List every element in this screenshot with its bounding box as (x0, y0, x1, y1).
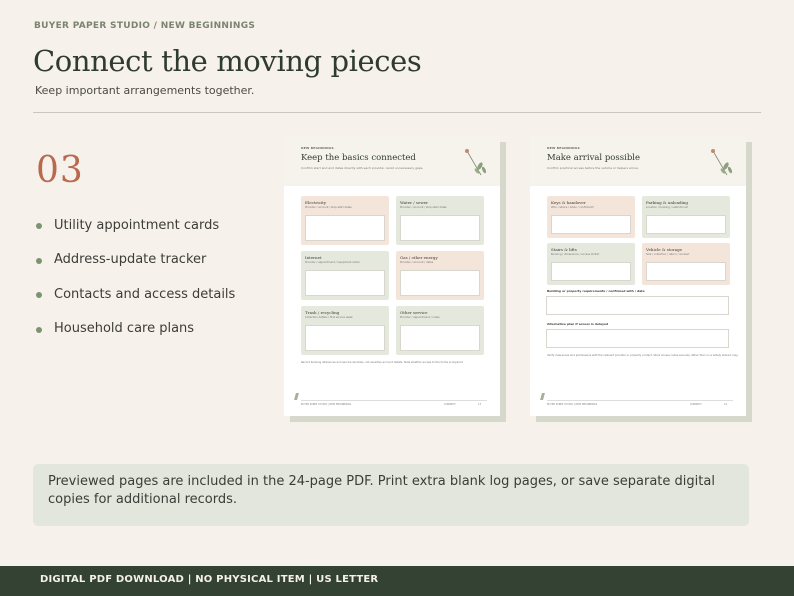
sprig-icon (465, 149, 487, 176)
field-label: Building or property requirements / conf… (547, 289, 645, 293)
page-preview-note: Record booking references and service wi… (301, 361, 464, 364)
card-field (400, 325, 480, 351)
card-field (551, 215, 631, 234)
page-preview-subtitle: Confirm start and end dates directly wit… (301, 166, 424, 170)
card-title: Internet (305, 255, 322, 260)
card-title: Trash / recycling (305, 310, 340, 315)
card-keys-handover: Keys & handover Who / where / when / con… (547, 196, 635, 238)
card-field (305, 325, 385, 351)
card-electricity: Electricity Provider / account / stop-st… (301, 196, 389, 245)
card-title: Other service (400, 310, 428, 315)
card-subtitle: Provider / account / dates (400, 261, 434, 264)
card-field (400, 270, 480, 296)
sprig-icon (711, 149, 733, 176)
page-footer-section: CONNECT (444, 403, 456, 406)
bullet-dot-icon (36, 292, 42, 299)
card-title: Parking & unloading (646, 200, 688, 205)
card-subtitle: Location / booking / restrictions? (646, 206, 689, 209)
field-box (546, 329, 729, 348)
feature-label: Household care plans (54, 321, 195, 337)
card-field (305, 270, 385, 296)
card-parking: Parking & unloading Location / booking /… (642, 196, 730, 238)
field-label: Alternative plan if access is delayed (547, 322, 609, 326)
card-title: Stairs & lifts (551, 247, 577, 252)
feature-list: Utility appointment cards Address-update… (36, 208, 235, 346)
card-gas: Gas / other energy Provider / account / … (396, 251, 484, 300)
page-preview-kicker: NEW BEGINNINGS (301, 146, 334, 150)
card-field (646, 215, 726, 234)
card-title: Gas / other energy (400, 255, 438, 260)
card-title: Water / sewer (400, 200, 429, 205)
page-preview-arrival: NEW BEGINNINGS Make arrival possible Con… (530, 136, 746, 416)
card-field (305, 215, 385, 241)
page-footer-number: 13 (478, 403, 482, 406)
page-preview-subtitle: Confirm practical access before the vehi… (547, 166, 639, 170)
bullet-dot-icon (36, 223, 42, 230)
feature-label: Contacts and access details (54, 286, 236, 302)
card-subtitle: Booking / dimensions / access limits? (551, 253, 600, 256)
info-callout-text: Previewed pages are included in the 24-p… (48, 474, 715, 507)
page-subtitle: Keep important arrangements together. (35, 84, 255, 97)
card-field (646, 262, 726, 281)
card-title: Keys & handover (551, 200, 586, 205)
page-footer-rule (547, 400, 733, 401)
page-footer-brand: BUYER PAPER STUDIO | NEW BEGINNINGS (547, 403, 598, 406)
card-subtitle: Provider / account / stop-start dates (400, 206, 447, 209)
breadcrumb: BUYER PAPER STUDIO / NEW BEGINNINGS (34, 21, 256, 31)
feature-item: Household care plans (36, 312, 235, 347)
page-preview-kicker: NEW BEGINNINGS (547, 146, 580, 150)
card-subtitle: Collection details / first service week (305, 316, 353, 319)
feature-item: Contacts and access details (36, 277, 235, 312)
page-preview-title: Make arrival possible (547, 153, 641, 163)
feature-item: Utility appointment cards (36, 208, 235, 243)
page-mark-icon (540, 393, 545, 400)
card-title: Electricity (305, 200, 326, 205)
page-mark-icon (294, 393, 299, 400)
card-subtitle: Provider / appointment / notes (400, 316, 440, 319)
card-other-service: Other service Provider / appointment / n… (396, 306, 484, 355)
card-title: Vehicle & storage (646, 247, 683, 252)
feature-label: Utility appointment cards (54, 217, 220, 233)
card-trash: Trash / recycling Collection details / f… (301, 306, 389, 355)
bullet-dot-icon (36, 326, 42, 333)
card-field (551, 262, 631, 281)
info-callout: Previewed pages are included in the 24-p… (33, 464, 749, 526)
divider (33, 112, 761, 113)
feature-label: Address-update tracker (54, 252, 207, 268)
card-subtitle: Provider / appointment / equipment retur… (305, 261, 361, 264)
card-field (400, 215, 480, 241)
page-footer-number: 14 (724, 403, 728, 406)
card-vehicle-storage: Vehicle & storage Size / collection / re… (642, 243, 730, 285)
page-footer-rule (301, 400, 487, 401)
bullet-dot-icon (36, 257, 42, 264)
footer-bar: DIGITAL PDF DOWNLOAD | NO PHYSICAL ITEM … (0, 566, 794, 596)
card-subtitle: Provider / account / stop-start dates (305, 206, 352, 209)
card-subtitle: Size / collection / return / access? (646, 253, 690, 256)
feature-item: Address-update tracker (36, 243, 235, 278)
field-box (546, 296, 729, 315)
card-subtitle: Who / where / when / confirmed? (551, 206, 594, 209)
page-preview-utilities: NEW BEGINNINGS Keep the basics connected… (284, 136, 500, 416)
footer-bar-text: DIGITAL PDF DOWNLOAD | NO PHYSICAL ITEM … (40, 574, 379, 585)
card-stairs-lifts: Stairs & lifts Booking / dimensions / ac… (547, 243, 635, 285)
page-footer-section: CONNECT (690, 403, 702, 406)
page-footer-brand: BUYER PAPER STUDIO | NEW BEGINNINGS (301, 403, 352, 406)
page-title: Connect the moving pieces (33, 44, 422, 78)
page-preview-title: Keep the basics connected (301, 153, 416, 163)
page-preview-note: Verify clearances and permissions with t… (547, 354, 739, 357)
card-internet: Internet Provider / appointment / equipm… (301, 251, 389, 300)
section-number: 03 (36, 150, 84, 191)
card-water: Water / sewer Provider / account / stop-… (396, 196, 484, 245)
